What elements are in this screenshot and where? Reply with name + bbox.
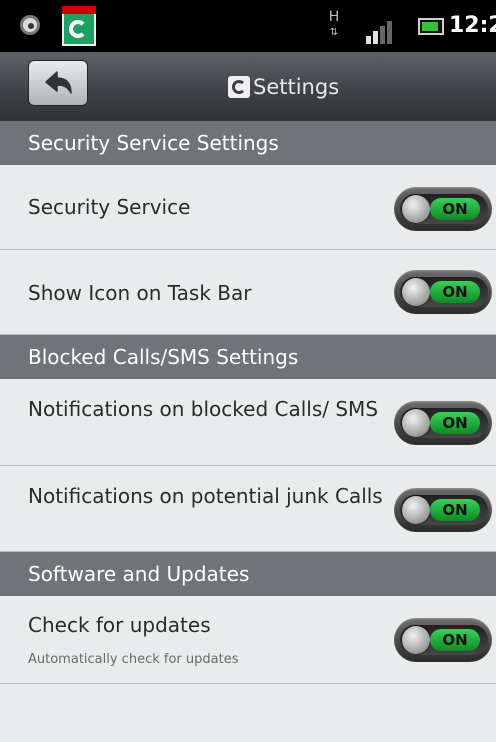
- section-title: Security Service Settings: [28, 131, 279, 155]
- toggle-on-label: ON: [430, 412, 480, 434]
- title-bar: Settings: [0, 52, 496, 129]
- setting-label: Notifications on blocked Calls/ SMS: [28, 397, 379, 421]
- data-arrows-glyph: ⇅: [329, 27, 339, 38]
- data-indicator-label: H: [328, 9, 340, 25]
- comodo-c-glyph: [69, 20, 87, 38]
- back-arrow-icon: [45, 71, 72, 94]
- setting-label: Notifications on potential junk Calls: [28, 484, 383, 508]
- setting-label: Security Service: [28, 195, 191, 219]
- comodo-app-icon: [62, 6, 96, 46]
- status-bar: H ⇅ 12:23: [0, 0, 496, 52]
- toggle-knob: [402, 278, 430, 306]
- toggle-knob: [402, 626, 430, 654]
- section-title: Blocked Calls/SMS Settings: [28, 345, 299, 369]
- signal-icon: [366, 16, 394, 44]
- toggle-knob: [402, 195, 430, 223]
- settings-icon: [20, 15, 40, 35]
- page-title: Settings: [253, 75, 340, 99]
- toggle-on-label: ON: [430, 499, 480, 521]
- toggle-knob: [402, 409, 430, 437]
- toggle-knob: [402, 496, 430, 524]
- battery-icon: [418, 18, 444, 35]
- back-button[interactable]: [28, 60, 88, 106]
- setting-row-junk-notifications[interactable]: Notifications on potential junk Calls ON: [0, 466, 496, 552]
- empty-list-area: [0, 684, 496, 742]
- section-header-security-service: Security Service Settings: [0, 121, 496, 165]
- toggle-on-label: ON: [430, 629, 480, 651]
- title-group: Settings: [228, 72, 339, 102]
- setting-row-show-icon[interactable]: Show Icon on Task Bar ON: [0, 250, 496, 335]
- comodo-c-icon: [228, 76, 250, 98]
- toggle-on-label: ON: [430, 198, 480, 220]
- section-title: Software and Updates: [28, 562, 250, 586]
- toggle-on-label: ON: [430, 281, 480, 303]
- clock: 12:23: [449, 13, 496, 38]
- setting-row-blocked-notifications[interactable]: Notifications on blocked Calls/ SMS ON: [0, 379, 496, 466]
- security-service-toggle[interactable]: ON: [394, 187, 492, 231]
- settings-screen: H ⇅ 12:23 Settings Security Service Sett…: [0, 0, 496, 742]
- check-updates-toggle[interactable]: ON: [394, 618, 492, 662]
- setting-row-security-service[interactable]: Security Service ON: [0, 165, 496, 250]
- setting-label: Check for updates: [28, 613, 211, 637]
- data-h-icon: H ⇅: [328, 10, 340, 42]
- setting-sublabel: Automatically check for updates: [28, 652, 239, 667]
- setting-label: Show Icon on Task Bar: [28, 281, 252, 305]
- comodo-tag: [62, 6, 96, 14]
- blocked-notifications-toggle[interactable]: ON: [394, 401, 492, 445]
- show-icon-toggle[interactable]: ON: [394, 270, 492, 314]
- section-header-blocked-calls: Blocked Calls/SMS Settings: [0, 335, 496, 379]
- setting-row-check-updates[interactable]: Check for updates Automatically check fo…: [0, 596, 496, 684]
- junk-notifications-toggle[interactable]: ON: [394, 488, 492, 532]
- section-header-software-updates: Software and Updates: [0, 552, 496, 596]
